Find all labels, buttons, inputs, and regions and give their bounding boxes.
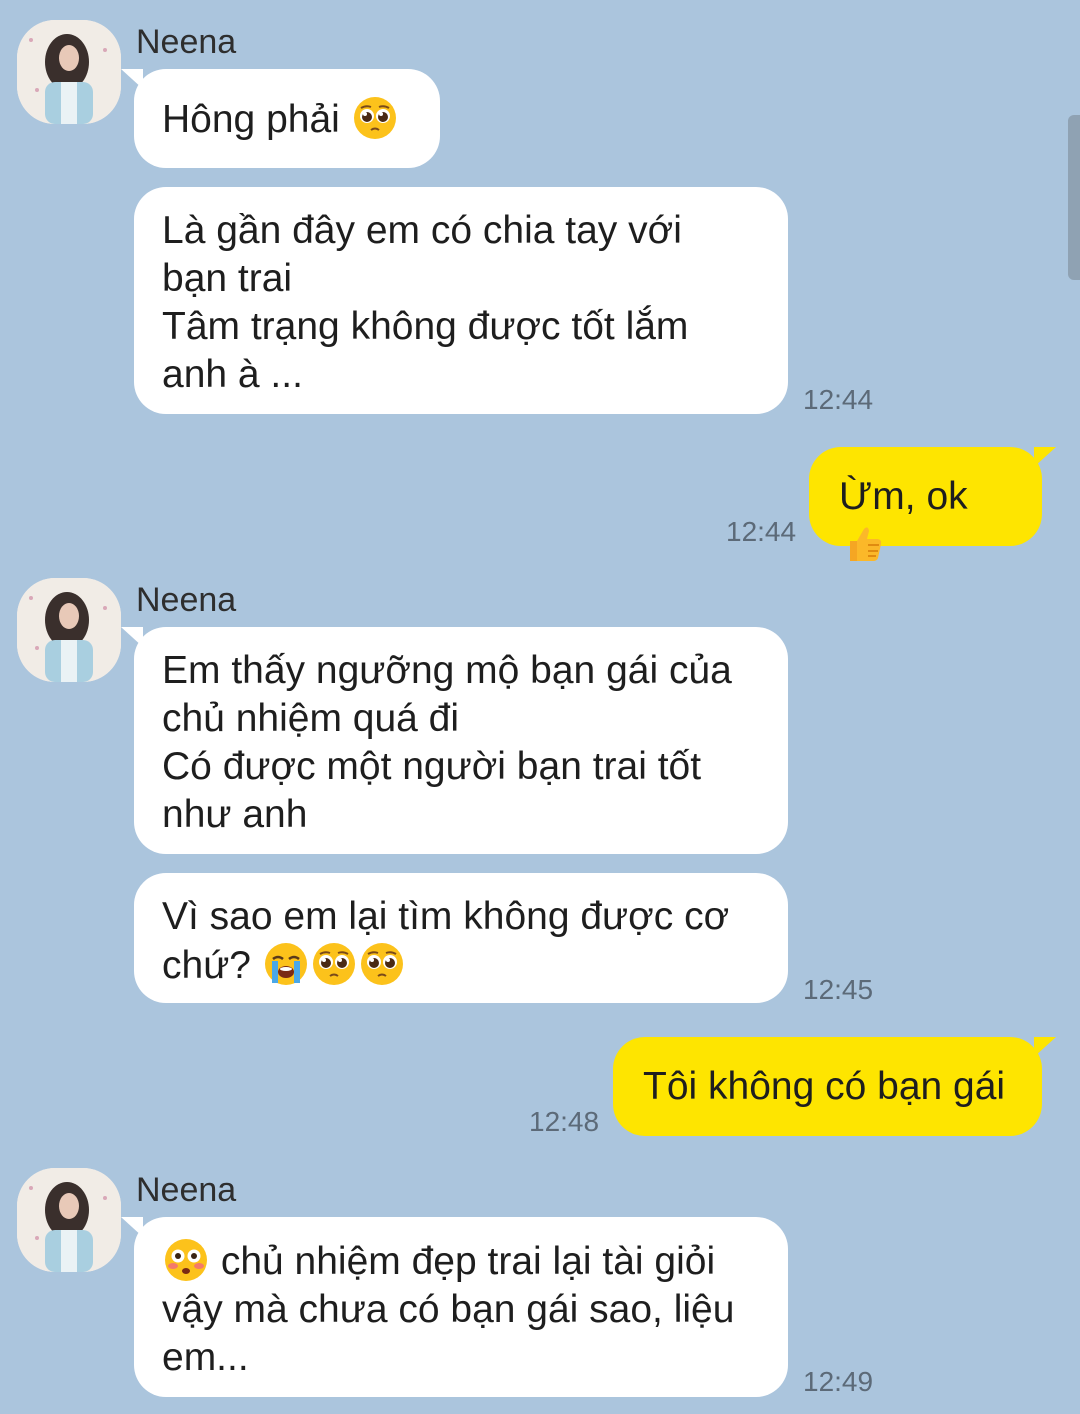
- message-bubble[interactable]: Là gần đây em có chia tay với bạn trai T…: [134, 187, 788, 414]
- message-text: Em thấy ngưỡng mộ bạn gái của chủ nhiệm …: [162, 649, 732, 836]
- message-text: Hông phải: [162, 98, 340, 141]
- message-timestamp: 12:48: [529, 1106, 600, 1137]
- message-text: Ừm, ok: [839, 475, 968, 518]
- message-bubble[interactable]: chủ nhiệm đẹp trai lại tài giỏi vậy mà c…: [121, 1217, 788, 1397]
- message-text: Vì sao em lại tìm không được cơ chứ?: [162, 895, 730, 987]
- pleading-face-emoji: [359, 941, 405, 987]
- bubble-tail: [121, 69, 143, 89]
- sender-name: Neena: [136, 1171, 237, 1209]
- chat-thread[interactable]: Neena Hông phải Là gần đây em có chia ta…: [0, 0, 1080, 1414]
- scrollbar-thumb[interactable]: [1068, 115, 1080, 280]
- sender-name: Neena: [136, 23, 237, 61]
- message-bubble[interactable]: Ừm, ok: [809, 447, 1056, 561]
- message-bubble[interactable]: Tôi không có bạn gái: [613, 1037, 1056, 1136]
- thumbs-up-emoji: [840, 521, 886, 567]
- message-bubble[interactable]: Hông phải: [121, 69, 440, 168]
- message-bubble[interactable]: Vì sao em lại tìm không được cơ chứ?: [134, 873, 788, 1003]
- bubble-tail: [121, 1217, 143, 1237]
- message-bubble[interactable]: Em thấy ngưỡng mộ bạn gái của chủ nhiệm …: [121, 627, 788, 854]
- message-text: Là gần đây em có chia tay với bạn trai T…: [162, 209, 689, 396]
- loudly-crying-face-emoji: [263, 941, 309, 987]
- message-timestamp: 12:44: [726, 516, 797, 547]
- message-text: Tôi không có bạn gái: [643, 1065, 1006, 1108]
- message-text: chủ nhiệm đẹp trai lại tài giỏi vậy mà c…: [162, 1240, 735, 1379]
- message-timestamp: 12:49: [803, 1366, 874, 1397]
- message-timestamp: 12:44: [803, 384, 874, 415]
- bubble-tail: [121, 627, 143, 647]
- bubble-tail: [1034, 447, 1056, 467]
- pleading-face-emoji: [311, 941, 357, 987]
- flushed-face-emoji: [163, 1237, 209, 1283]
- pleading-face-emoji: [352, 95, 398, 141]
- contact-avatar[interactable]: [17, 578, 121, 682]
- sender-name: Neena: [136, 581, 237, 619]
- message-timestamp: 12:45: [803, 974, 874, 1005]
- bubble-tail: [1034, 1037, 1056, 1057]
- contact-avatar[interactable]: [17, 1168, 121, 1272]
- contact-avatar[interactable]: [17, 20, 121, 124]
